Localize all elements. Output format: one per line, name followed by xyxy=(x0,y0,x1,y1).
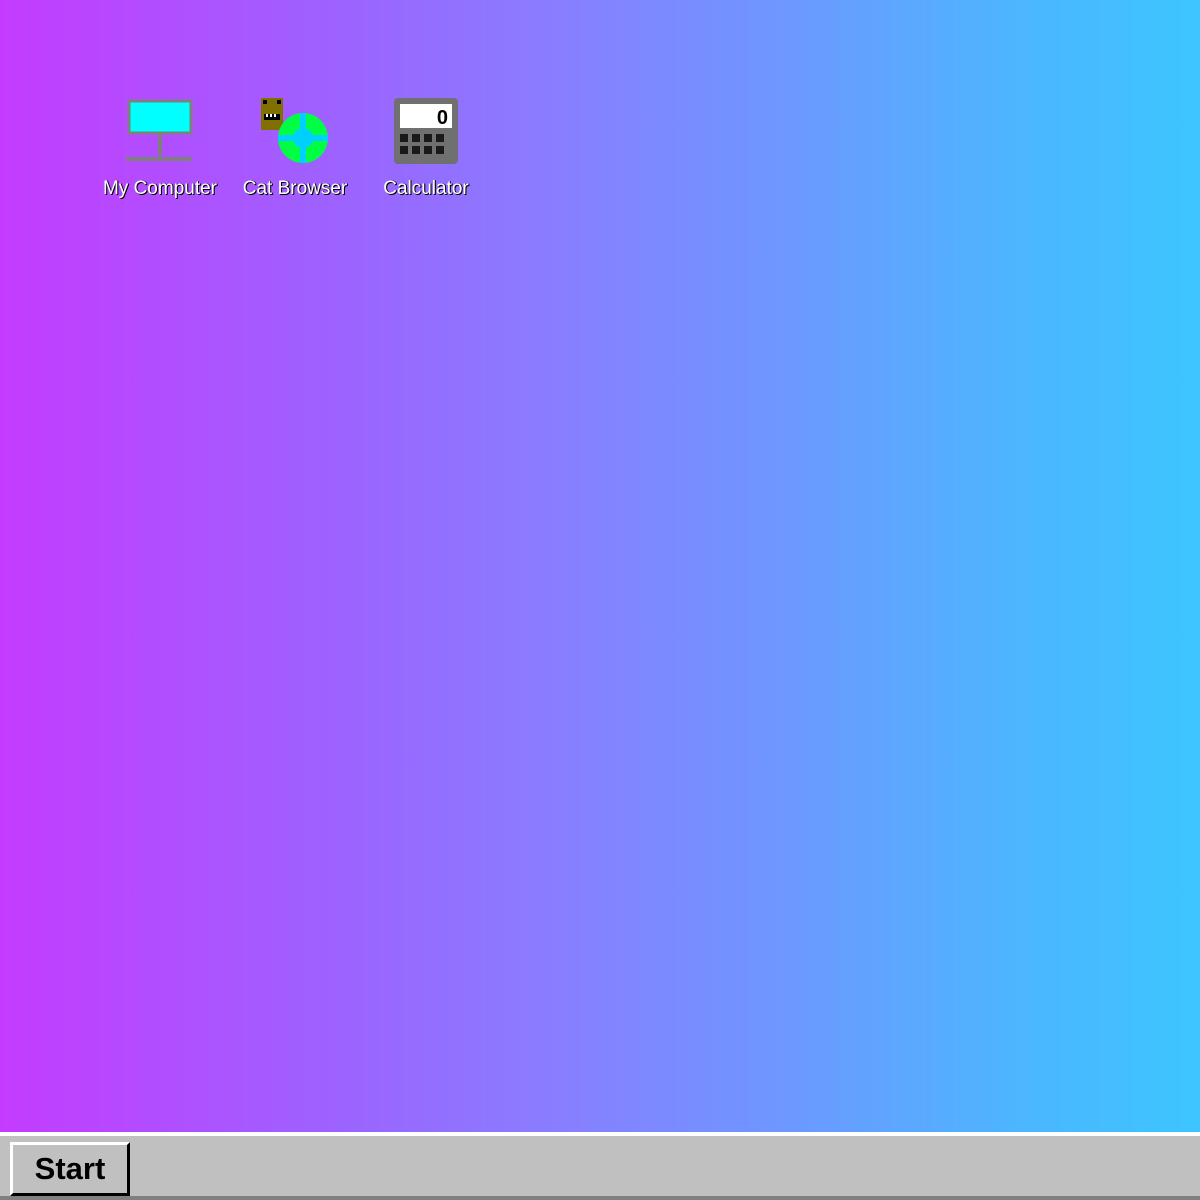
desktop-icon-label: Cat Browser xyxy=(242,178,348,199)
start-button[interactable]: Start xyxy=(10,1142,130,1196)
desktop-icon-label: Calculator xyxy=(383,178,469,199)
taskbar-edge xyxy=(0,1196,1200,1200)
desktop[interactable]: My Computer Cat Browser 0 Calculator xyxy=(0,0,1200,1132)
taskbar: Start xyxy=(0,1132,1200,1200)
monitor-icon xyxy=(126,99,193,161)
desktop-icon-my-computer[interactable]: My Computer xyxy=(95,96,225,206)
desktop-icon-cat-browser[interactable]: Cat Browser xyxy=(230,96,360,206)
desktop-icon-label: My Computer xyxy=(102,178,218,199)
desktop-icon-calculator[interactable]: 0 Calculator xyxy=(361,96,491,206)
calculator-icon: 0 xyxy=(394,98,458,164)
calculator-display-digit: 0 xyxy=(437,107,448,129)
cat-globe-icon xyxy=(261,98,328,163)
